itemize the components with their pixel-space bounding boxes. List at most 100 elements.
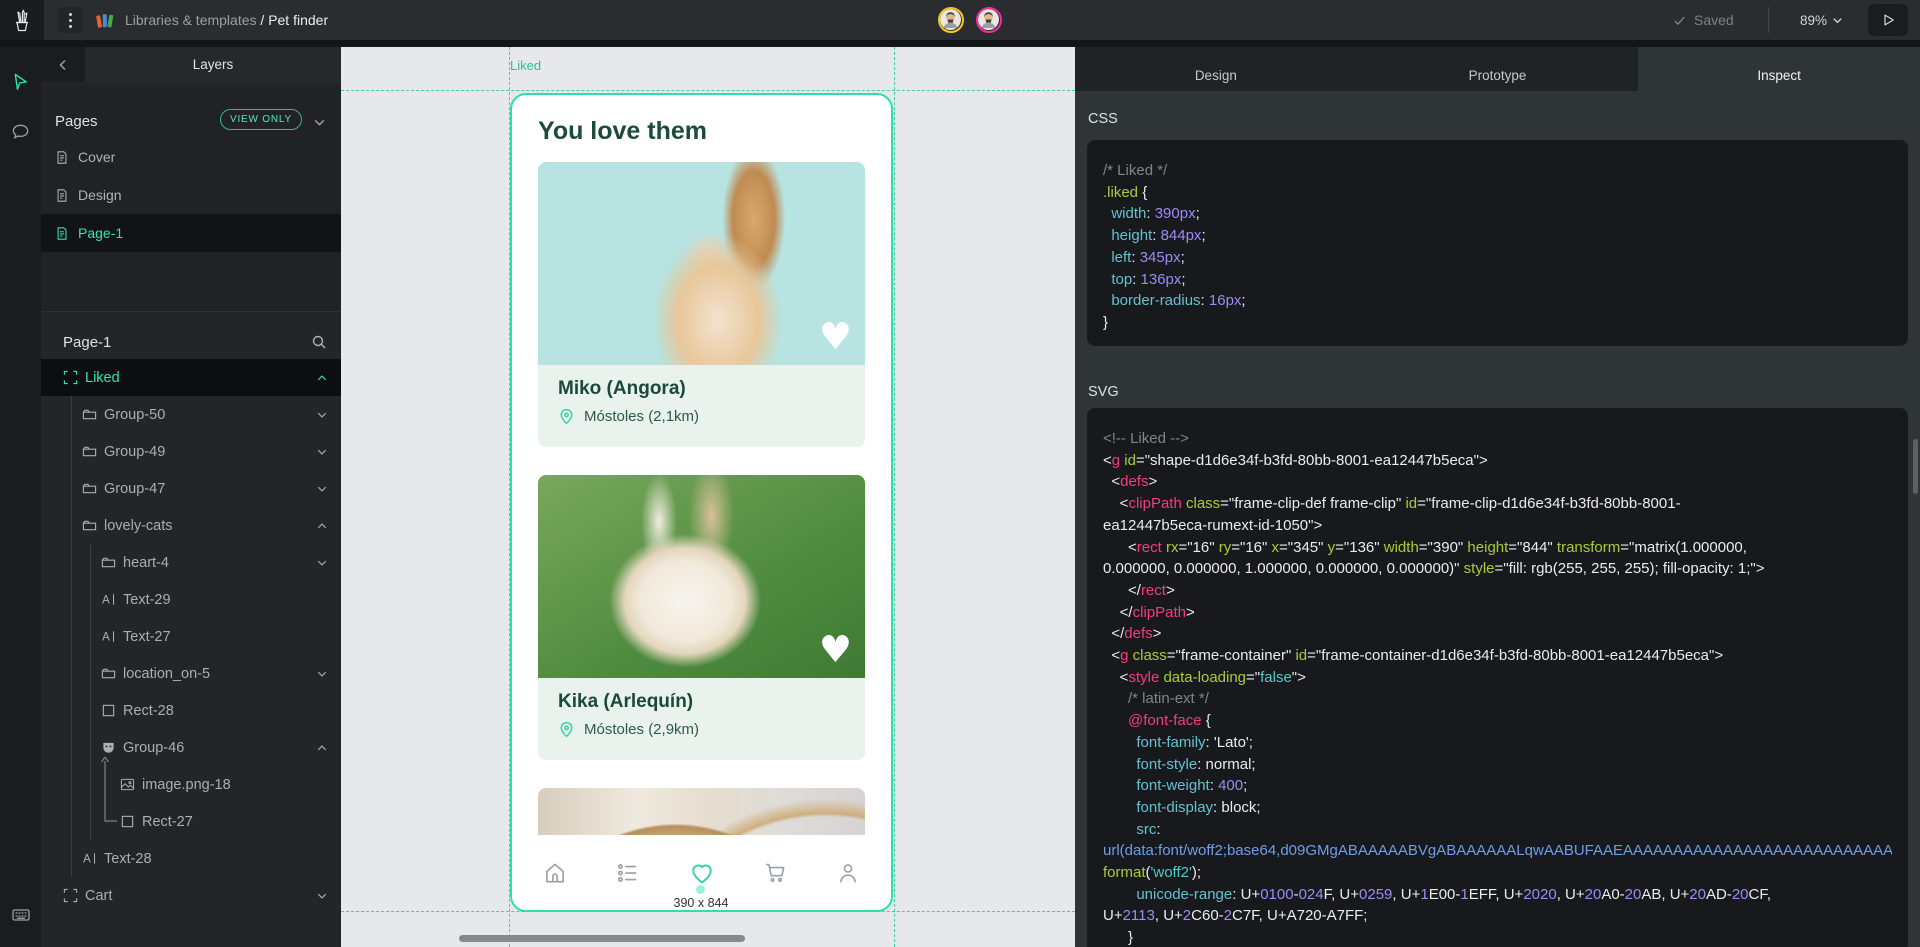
chevron-down-icon[interactable] xyxy=(315,445,329,459)
layer-name: Text-28 xyxy=(104,851,329,867)
code-line: left: 345px; xyxy=(1103,247,1892,269)
layer-row-image.png-18[interactable]: image.png-18 xyxy=(41,766,341,803)
canvas-viewport[interactable]: Liked You love them ♥ Miko (Angora) Móst… xyxy=(341,47,1075,947)
breadcrumb-project[interactable]: Pet finder xyxy=(268,12,328,28)
user-icon[interactable] xyxy=(835,860,861,886)
chevron-down-icon[interactable] xyxy=(315,556,329,570)
layer-row-rect-27[interactable]: Rect-27 xyxy=(41,803,341,840)
code-line: unicode-range: U+0100-024F, U+0259, U+1E… xyxy=(1103,884,1892,906)
layer-row-text-28[interactable]: A Text-28 xyxy=(41,840,341,877)
pet-card[interactable]: ♥ Miko (Angora) Móstoles (2,1km) xyxy=(538,162,865,447)
image-icon xyxy=(120,777,135,792)
layers-panel: Layers Pages VIEW ONLY CoverDesignPage-1… xyxy=(41,47,341,947)
page-title[interactable]: You love them xyxy=(538,117,707,146)
layer-tree: Liked Group-50Group-49Group-47lovely-cats… xyxy=(41,359,341,914)
penpot-logo[interactable] xyxy=(0,0,44,40)
layer-name: image.png-18 xyxy=(142,777,329,793)
layer-name: Text-29 xyxy=(123,592,329,608)
chevron-up-icon[interactable] xyxy=(315,519,329,533)
main-menu-button[interactable] xyxy=(58,7,82,33)
cursor-icon xyxy=(11,72,30,91)
heart-icon[interactable] xyxy=(688,859,716,887)
code-line: <defs> xyxy=(1103,471,1892,493)
code-line: <g id="shape-d1d6e34f-b3fd-80bb-8001-ea1… xyxy=(1103,450,1892,472)
layer-row-group-50[interactable]: Group-50 xyxy=(41,396,341,433)
pages-list: CoverDesign Page-1 xyxy=(41,138,341,252)
panel-scrollbar[interactable] xyxy=(1913,439,1918,494)
folder-icon xyxy=(82,518,97,533)
css-code-block[interactable]: /* Liked */.liked { width: 390px; height… xyxy=(1087,140,1908,346)
code-line: ea12447b5eca-rumext-id-1050"> xyxy=(1103,515,1892,537)
rect-icon xyxy=(101,703,116,718)
layer-name: Text-27 xyxy=(123,629,329,645)
tab-label: Inspect xyxy=(1757,68,1801,83)
svg-text:A: A xyxy=(102,630,110,643)
layer-row-rect-28[interactable]: Rect-28 xyxy=(41,692,341,729)
chevron-down-icon[interactable] xyxy=(315,482,329,496)
shortcuts-button[interactable] xyxy=(0,895,41,935)
pages-title: Pages xyxy=(55,113,220,130)
svg-code-block[interactable]: <!-- Liked --><g id="shape-d1d6e34f-b3fd… xyxy=(1087,408,1908,947)
pet-photo-cat[interactable]: ♥ xyxy=(538,162,865,365)
pet-name: Miko (Angora) xyxy=(558,378,845,400)
chevron-up-icon[interactable] xyxy=(315,741,329,755)
frame-name-label[interactable]: Liked xyxy=(510,58,541,73)
page-item-cover[interactable]: Cover xyxy=(41,138,341,176)
board-icon xyxy=(63,888,78,903)
code-line: <style data-loading="false"> xyxy=(1103,667,1892,689)
code-line: url(data:font/woff2;base64,d09GMgABAAAAA… xyxy=(1103,840,1892,862)
layer-row-heart-4[interactable]: heart-4 xyxy=(41,544,341,581)
page-name: Page-1 xyxy=(78,225,123,241)
layer-row-group-46[interactable]: Group-46 xyxy=(41,729,341,766)
layer-row-text-29[interactable]: AText-29 xyxy=(41,581,341,618)
chevron-down-icon[interactable] xyxy=(312,115,327,130)
move-tool-button[interactable] xyxy=(0,61,41,101)
home-icon[interactable] xyxy=(542,860,568,886)
chevron-left-icon xyxy=(56,58,70,72)
pet-photo-rabbit[interactable]: ♥ xyxy=(538,475,865,678)
frame-liked[interactable]: You love them ♥ Miko (Angora) Móstoles (… xyxy=(510,93,893,912)
list-icon[interactable] xyxy=(615,860,641,886)
breadcrumb[interactable]: Libraries & templates / Pet finder xyxy=(125,12,328,28)
code-line: top: 136px; xyxy=(1103,269,1892,291)
breadcrumb-section[interactable]: Libraries & templates xyxy=(125,12,257,28)
tab-design[interactable]: Design xyxy=(1075,47,1357,91)
avatar[interactable] xyxy=(938,7,964,33)
layer-row-lovely-cats[interactable]: lovely-cats xyxy=(41,507,341,544)
page-item-design[interactable]: Design xyxy=(41,176,341,214)
layer-row-location_on-5[interactable]: location_on-5 xyxy=(41,655,341,692)
horizontal-scrollbar[interactable] xyxy=(459,935,745,942)
chevron-up-icon[interactable] xyxy=(315,371,329,385)
tab-prototype[interactable]: Prototype xyxy=(1357,47,1639,91)
zoom-control[interactable]: 89% xyxy=(1800,0,1844,40)
topbar-divider xyxy=(1768,7,1769,33)
resize-handle[interactable] xyxy=(696,885,705,894)
liked-heart-icon[interactable]: ♥ xyxy=(819,318,852,355)
cart-icon[interactable] xyxy=(762,860,788,886)
layer-name: Cart xyxy=(85,888,308,904)
layer-row-group-49[interactable]: Group-49 xyxy=(41,433,341,470)
svg-section-title: SVG xyxy=(1088,384,1119,400)
search-icon[interactable] xyxy=(311,334,327,350)
zoom-value[interactable]: 89% xyxy=(1800,13,1827,28)
chevron-down-icon[interactable] xyxy=(315,408,329,422)
layer-row-liked[interactable]: Liked xyxy=(41,359,341,396)
layer-row-group-47[interactable]: Group-47 xyxy=(41,470,341,507)
layer-row-cart[interactable]: Cart xyxy=(41,877,341,914)
avatar[interactable] xyxy=(976,7,1002,33)
pet-card[interactable]: ♥ Kika (Arlequín) Móstoles (2,9km) xyxy=(538,475,865,760)
liked-heart-icon[interactable]: ♥ xyxy=(819,631,852,668)
svg-text:A: A xyxy=(83,852,91,865)
view-mode-button[interactable] xyxy=(1868,4,1908,36)
page-item-page-1[interactable]: Page-1 xyxy=(41,214,341,252)
tab-inspect[interactable]: Inspect xyxy=(1638,47,1920,91)
selection-guide-horizontal xyxy=(341,90,1075,91)
chevron-down-icon[interactable] xyxy=(315,667,329,681)
chevron-down-icon[interactable] xyxy=(315,889,329,903)
code-line: } xyxy=(1103,312,1892,334)
tab-layers[interactable]: Layers xyxy=(85,47,341,82)
layer-name: Liked xyxy=(85,370,308,386)
layer-row-text-27[interactable]: A Text-27 xyxy=(41,618,341,655)
comments-tool-button[interactable] xyxy=(0,111,41,151)
collapse-panel-button[interactable] xyxy=(41,47,85,82)
